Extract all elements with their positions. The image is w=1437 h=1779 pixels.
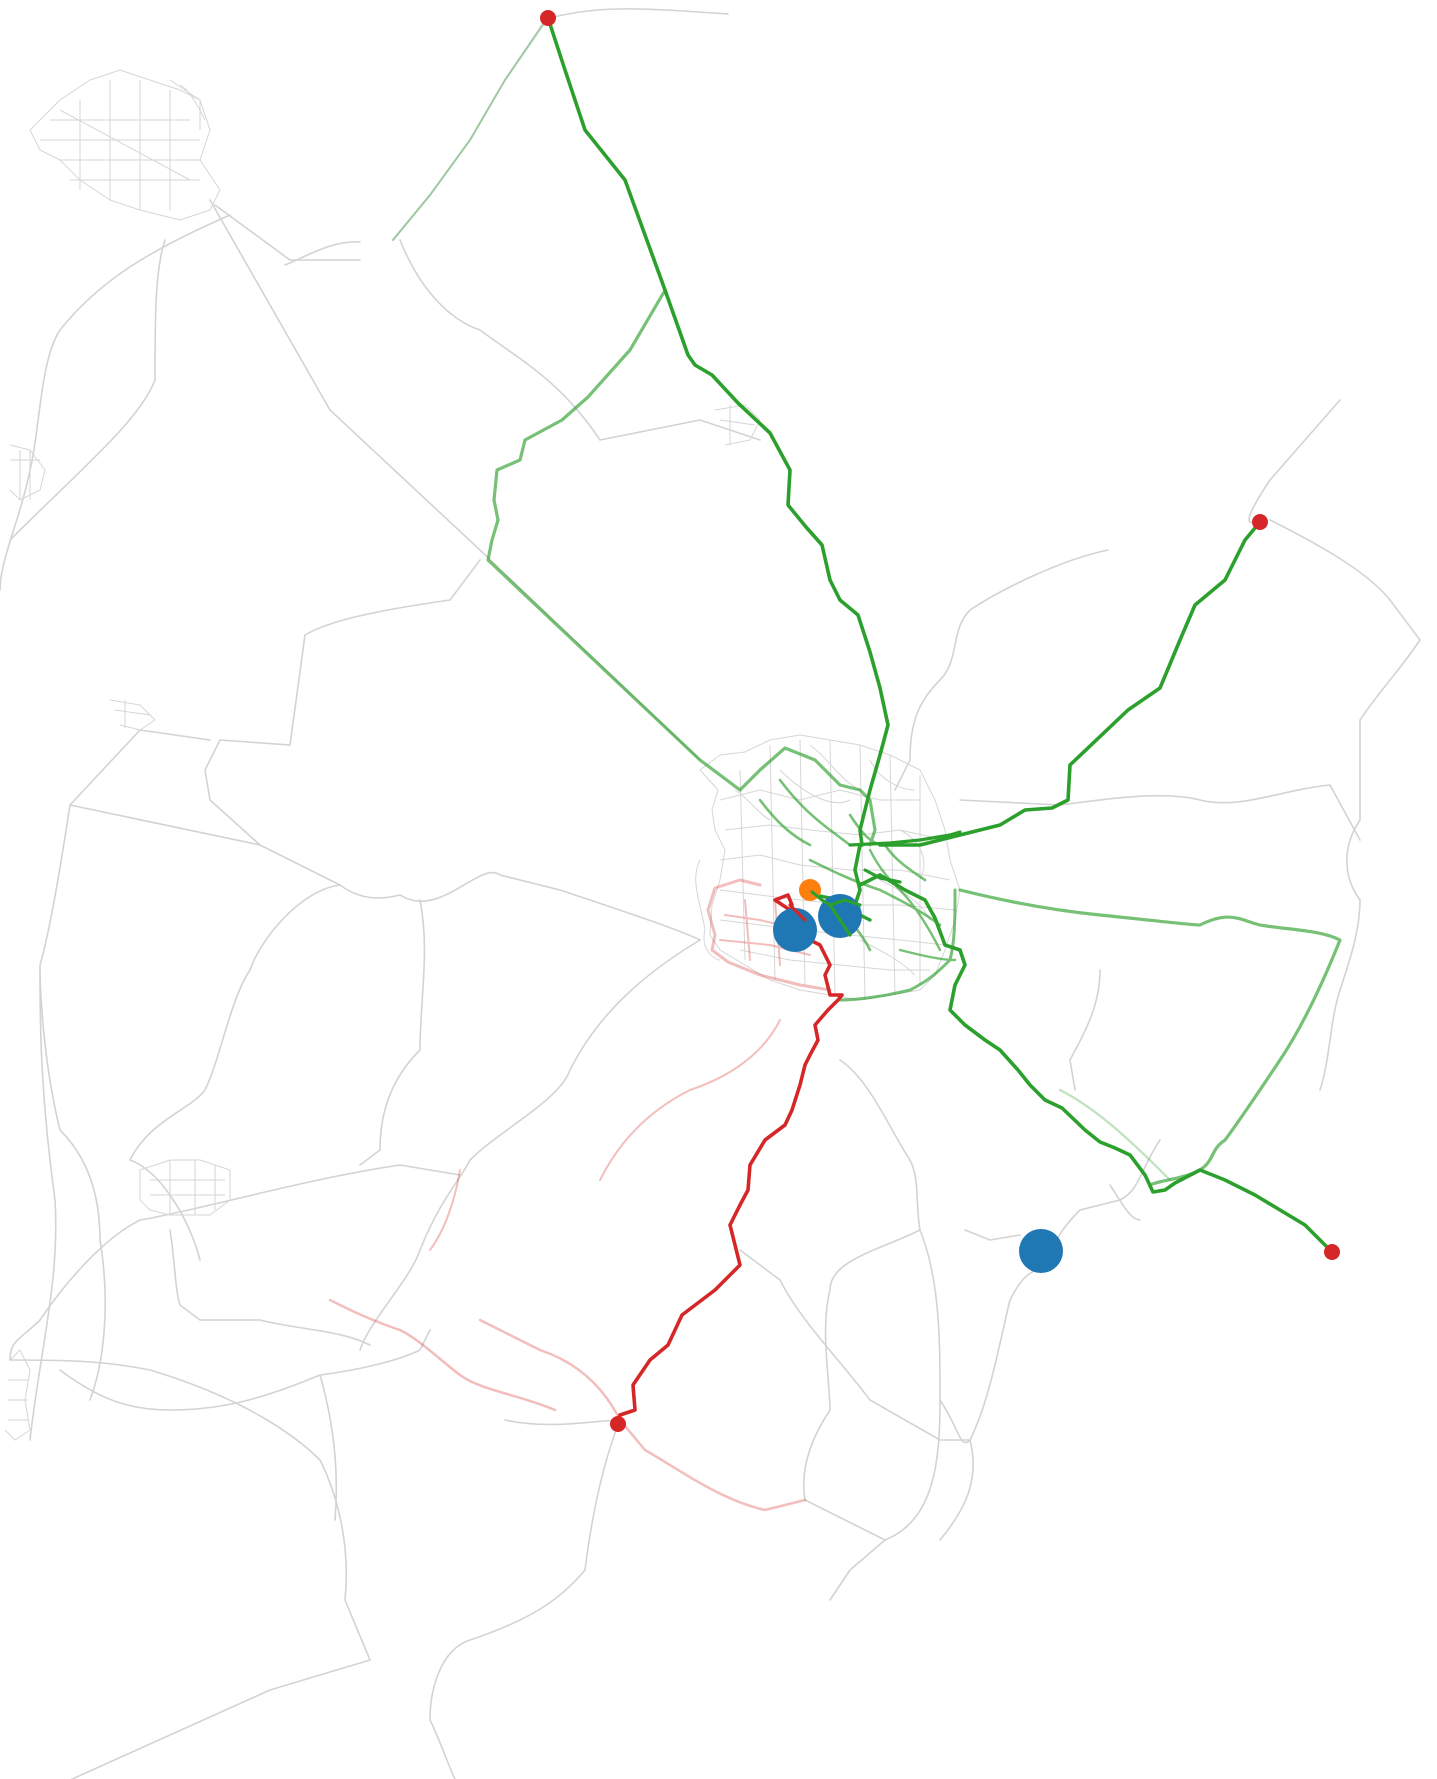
- route-green-north: [546, 16, 890, 847]
- town-cluster-west: [9, 444, 156, 731]
- endpoint-southeast-marker[interactable]: [1324, 1244, 1340, 1260]
- facility-marker-central-west[interactable]: [773, 908, 817, 952]
- route-network-green-secondary: [486, 290, 1342, 1187]
- road-network: [0, 8, 1421, 1779]
- town-cluster-southwest: [4, 404, 761, 1441]
- town-cluster-northwest: [29, 69, 221, 221]
- alt-route-green-faint: [391, 16, 1172, 1182]
- endpoint-north-marker[interactable]: [540, 10, 556, 26]
- route-green-east: [848, 520, 1262, 917]
- facility-marker-southeast[interactable]: [1019, 1229, 1063, 1273]
- endpoint-south-marker[interactable]: [610, 1416, 626, 1432]
- endpoint-east-marker[interactable]: [1252, 514, 1268, 530]
- alt-route-red-faint: [328, 878, 832, 1512]
- map-canvas[interactable]: [0, 0, 1437, 1779]
